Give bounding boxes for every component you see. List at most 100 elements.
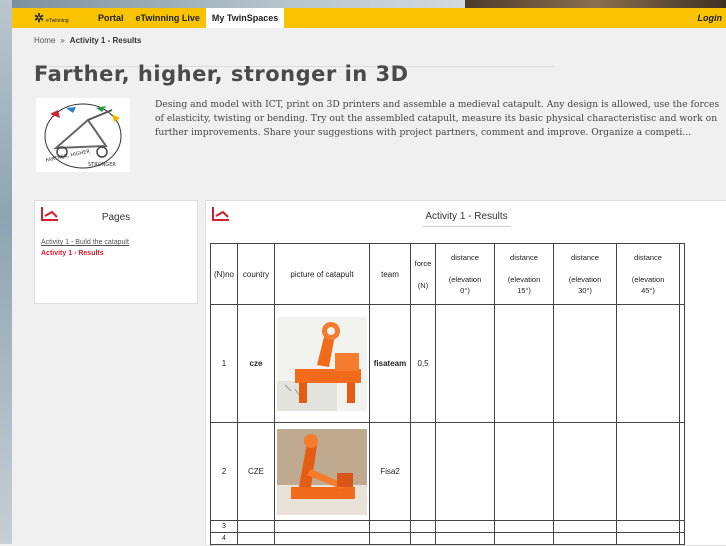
cell-country: CZE	[238, 423, 275, 521]
header-distance-15: distance (elevation 15°)	[495, 244, 554, 305]
table-row: 3	[211, 521, 685, 533]
header-no: (N)no	[211, 244, 238, 305]
project-logo: FARTHER, HIGHER STRONGER	[36, 98, 130, 172]
cell-distance-30	[554, 533, 617, 545]
catapult-logo-icon: FARTHER, HIGHER STRONGER	[36, 98, 130, 172]
header-distance-30: distance (elevation 30°)	[554, 244, 617, 305]
page-link-results[interactable]: Activity 1 - Results	[41, 250, 129, 257]
cell-distance-15	[495, 533, 554, 545]
cell-extra	[680, 533, 685, 545]
results-table: (N)no country picture of catapult team f…	[210, 243, 685, 545]
cell-extra	[680, 423, 685, 521]
cell-country: cze	[238, 305, 275, 423]
header-d45-line1: distance	[634, 253, 662, 262]
header-distance-45: distance (elevation 45°)	[617, 244, 680, 305]
cell-team	[370, 521, 411, 533]
page-title: Activity 1 - Results	[206, 211, 726, 227]
header-d0-line2: (elevation	[449, 275, 482, 284]
catapult-photo-2	[277, 429, 367, 515]
header-d15-line3: 15°)	[517, 286, 531, 295]
cell-distance-45	[617, 423, 680, 521]
etwinning-logo-icon: ✲	[34, 11, 44, 25]
cell-country	[238, 521, 275, 533]
cell-no: 2	[211, 423, 238, 521]
cell-force	[411, 423, 436, 521]
cell-distance-0	[436, 533, 495, 545]
cell-extra	[680, 305, 685, 423]
cell-distance-30	[554, 423, 617, 521]
page-title-underline	[423, 226, 511, 227]
cell-team	[370, 533, 411, 545]
project-title: Farther, higher, stronger in 3D	[34, 62, 409, 86]
cell-picture	[275, 521, 370, 533]
header-d30-line1: distance	[571, 253, 599, 262]
table-row: 1 cze	[211, 305, 685, 423]
top-navbar: ✲ eTwinning Portal eTwinning Live My Twi…	[12, 8, 726, 28]
cell-distance-0	[436, 521, 495, 533]
cell-distance-15	[495, 521, 554, 533]
header-force-line1: force	[415, 259, 432, 268]
cell-force: 0,5	[411, 305, 436, 423]
page-content: Home » Activity 1 - Results Farther, highe…	[12, 28, 726, 544]
header-picture: picture of catapult	[275, 244, 370, 305]
table-header-row: (N)no country picture of catapult team f…	[211, 244, 685, 305]
cell-distance-15	[495, 423, 554, 521]
cell-force	[411, 521, 436, 533]
header-country: country	[238, 244, 275, 305]
cell-distance-0	[436, 423, 495, 521]
cell-distance-45	[617, 305, 680, 423]
svg-text:STRONGER: STRONGER	[88, 162, 116, 168]
header-extra	[680, 244, 685, 305]
cell-team: Fisa2	[370, 423, 411, 521]
cell-extra	[680, 521, 685, 533]
header-d0-line1: distance	[451, 253, 479, 262]
header-d45-line3: 45°)	[641, 286, 655, 295]
pages-title: Pages	[35, 212, 197, 223]
cell-no: 1	[211, 305, 238, 423]
cell-distance-45	[617, 533, 680, 545]
etwinning-logo-text: eTwinning	[46, 18, 69, 24]
pages-list: Activity 1 - Build the catapult Activity…	[41, 239, 129, 257]
desktop-background-left	[0, 0, 12, 544]
cell-force	[411, 533, 436, 545]
header-d15-line2: (elevation	[508, 275, 541, 284]
breadcrumb-current: Activity 1 - Results	[70, 36, 142, 45]
project-description: Desing and model with ICT, print on 3D p…	[155, 98, 725, 140]
page-link-build-catapult[interactable]: Activity 1 - Build the catapult	[41, 239, 129, 246]
etwinning-logo[interactable]: ✲ eTwinning	[34, 11, 92, 25]
breadcrumb-home[interactable]: Home	[34, 36, 55, 45]
page-title-text: Activity 1 - Results	[425, 211, 507, 222]
nav-my-twinspaces[interactable]: My TwinSpaces	[206, 8, 284, 28]
nav-portal[interactable]: Portal	[92, 8, 130, 28]
cell-country	[238, 533, 275, 545]
cell-distance-30	[554, 521, 617, 533]
login-link[interactable]: Login	[692, 8, 726, 28]
cell-distance-0	[436, 305, 495, 423]
catapult-photo-1	[277, 317, 367, 411]
breadcrumb: Home » Activity 1 - Results	[34, 36, 141, 45]
desktop-background-top	[12, 0, 465, 8]
header-d15-line1: distance	[510, 253, 538, 262]
header-force-line2: (N)	[418, 281, 428, 290]
nav-etwinning-live[interactable]: eTwinning Live	[130, 8, 206, 28]
pages-panel: Pages Activity 1 - Build the catapult Ac…	[34, 200, 198, 304]
main-panel: Activity 1 - Results (N)no country pictu…	[205, 200, 726, 546]
header-distance-0: distance (elevation 0°)	[436, 244, 495, 305]
cell-distance-30	[554, 305, 617, 423]
header-force: force (N)	[411, 244, 436, 305]
cell-picture	[275, 423, 370, 521]
table-row: 4	[211, 533, 685, 545]
header-d0-line3: 0°)	[460, 286, 470, 295]
cell-no: 3	[211, 521, 238, 533]
cell-distance-45	[617, 521, 680, 533]
cell-distance-15	[495, 305, 554, 423]
breadcrumb-separator: »	[60, 36, 64, 45]
cell-picture	[275, 305, 370, 423]
cell-team: fisateam	[370, 305, 411, 423]
header-d45-line2: (elevation	[632, 275, 665, 284]
desktop-background-image	[465, 0, 726, 8]
cell-picture	[275, 533, 370, 545]
header-d30-line3: 30°)	[578, 286, 592, 295]
header-team: team	[370, 244, 411, 305]
cell-no: 4	[211, 533, 238, 545]
